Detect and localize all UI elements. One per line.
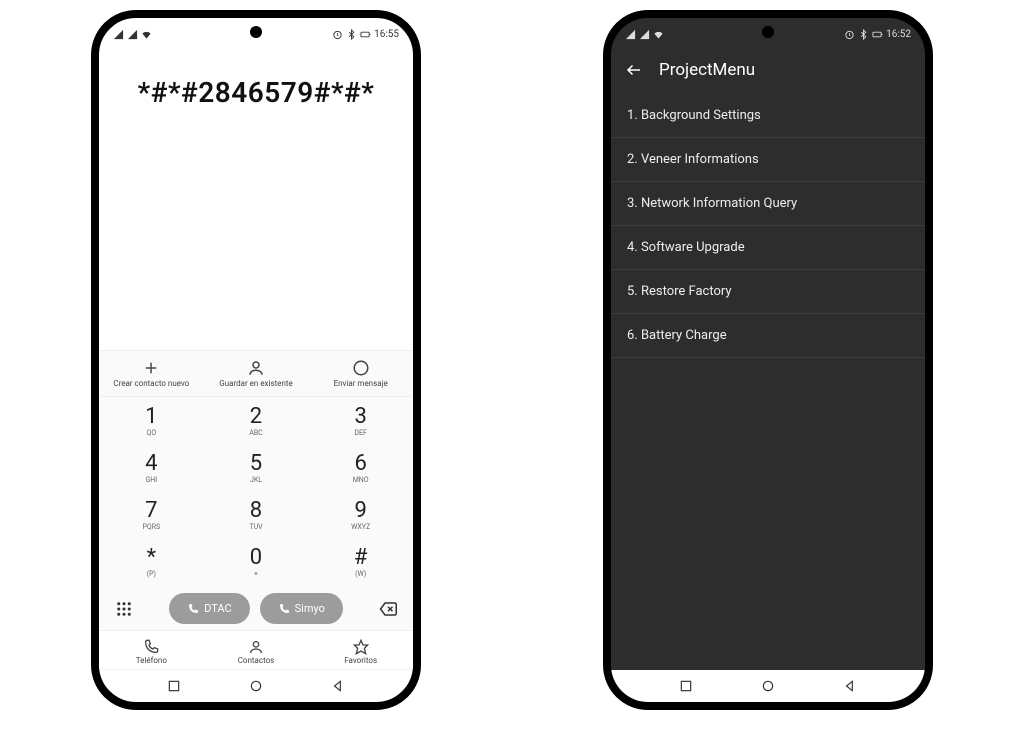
call-sim1-button[interactable]: DTAC (169, 593, 250, 624)
nav-back-icon[interactable] (843, 679, 857, 693)
nav-home-icon[interactable] (249, 679, 263, 693)
camera-notch (250, 26, 262, 38)
tab-phone[interactable]: Teléfono (99, 631, 204, 669)
save-existing-label: Guardar en existente (219, 379, 292, 388)
signal-icon-2 (639, 29, 650, 40)
call-sim2-label: Simyo (295, 602, 325, 615)
nav-recent-icon[interactable] (679, 679, 693, 693)
back-arrow-icon[interactable] (625, 61, 643, 79)
phone-icon (187, 603, 199, 615)
key-hash[interactable]: #(W) (308, 538, 413, 585)
key-4[interactable]: 4GHI (99, 444, 204, 491)
camera-notch (762, 26, 774, 38)
menu-item-network-info[interactable]: 3. Network Information Query (611, 182, 925, 226)
key-1[interactable]: 1QO (99, 397, 204, 444)
tab-contacts[interactable]: Contactos (204, 631, 309, 669)
call-sim1-label: DTAC (204, 602, 232, 615)
phone-dialer: 16:55 *#*#2846579#*#* Crear contacto nue… (91, 10, 421, 710)
contacts-icon (248, 639, 264, 655)
menu-item-veneer-info[interactable]: 2. Veneer Informations (611, 138, 925, 182)
signal-icon (113, 29, 124, 40)
status-time: 16:55 (374, 29, 399, 40)
key-3[interactable]: 3DEF (308, 397, 413, 444)
star-icon (353, 639, 369, 655)
signal-icon-2 (127, 29, 138, 40)
plus-icon (142, 359, 160, 377)
call-sim2-button[interactable]: Simyo (260, 593, 343, 624)
page-title: ProjectMenu (659, 60, 755, 80)
key-star[interactable]: *(P) (99, 538, 204, 585)
new-contact-label: Crear contacto nuevo (113, 379, 189, 388)
menu-item-battery-charge[interactable]: 6. Battery Charge (611, 314, 925, 358)
phone-icon (143, 639, 159, 655)
nav-back-icon[interactable] (331, 679, 345, 693)
projectmenu-header: ProjectMenu (611, 46, 925, 94)
tab-contacts-label: Contactos (238, 656, 275, 665)
signal-icon (625, 29, 636, 40)
new-contact-button[interactable]: Crear contacto nuevo (99, 351, 204, 396)
nav-recent-icon[interactable] (167, 679, 181, 693)
call-row: DTAC Simyo (99, 585, 413, 630)
alarm-icon (844, 29, 855, 40)
status-time: 16:52 (886, 29, 911, 40)
tab-favorites-label: Favoritos (344, 656, 377, 665)
send-message-label: Enviar mensaje (334, 379, 388, 388)
dialed-number: *#*#2846579#*#* (99, 46, 413, 119)
save-existing-button[interactable]: Guardar en existente (204, 351, 309, 396)
menu-item-software-upgrade[interactable]: 4. Software Upgrade (611, 226, 925, 270)
key-8[interactable]: 8TUV (204, 491, 309, 538)
send-message-button[interactable]: Enviar mensaje (308, 351, 413, 396)
bottom-tabs: Teléfono Contactos Favoritos (99, 630, 413, 669)
alarm-icon (332, 29, 343, 40)
key-0[interactable]: 0+ (204, 538, 309, 585)
system-nav (99, 669, 413, 702)
person-icon (247, 359, 265, 377)
wifi-icon (141, 29, 152, 40)
tab-favorites[interactable]: Favoritos (308, 631, 413, 669)
message-icon (352, 359, 370, 377)
menu-item-restore-factory[interactable]: 5. Restore Factory (611, 270, 925, 314)
key-2[interactable]: 2ABC (204, 397, 309, 444)
key-5[interactable]: 5JKL (204, 444, 309, 491)
keypad: 1QO 2ABC 3DEF 4GHI 5JKL 6MNO 7PQRS 8TUV … (99, 397, 413, 585)
projectmenu-list: 1. Background Settings 2. Veneer Informa… (611, 94, 925, 358)
system-nav (611, 670, 925, 702)
bluetooth-icon (346, 29, 357, 40)
menu-item-background-settings[interactable]: 1. Background Settings (611, 94, 925, 138)
phone-icon (278, 603, 290, 615)
key-7[interactable]: 7PQRS (99, 491, 204, 538)
key-9[interactable]: 9WXYZ (308, 491, 413, 538)
bluetooth-icon (858, 29, 869, 40)
backspace-icon[interactable] (379, 600, 397, 618)
dialer-actions: Crear contacto nuevo Guardar en existent… (99, 350, 413, 397)
nav-home-icon[interactable] (761, 679, 775, 693)
tab-phone-label: Teléfono (136, 656, 167, 665)
phone-projectmenu: 16:52 ProjectMenu 1. Background Settings… (603, 10, 933, 710)
battery-icon (872, 29, 883, 40)
dialpad-icon[interactable] (115, 600, 133, 618)
battery-icon (360, 29, 371, 40)
wifi-icon (653, 29, 664, 40)
key-6[interactable]: 6MNO (308, 444, 413, 491)
